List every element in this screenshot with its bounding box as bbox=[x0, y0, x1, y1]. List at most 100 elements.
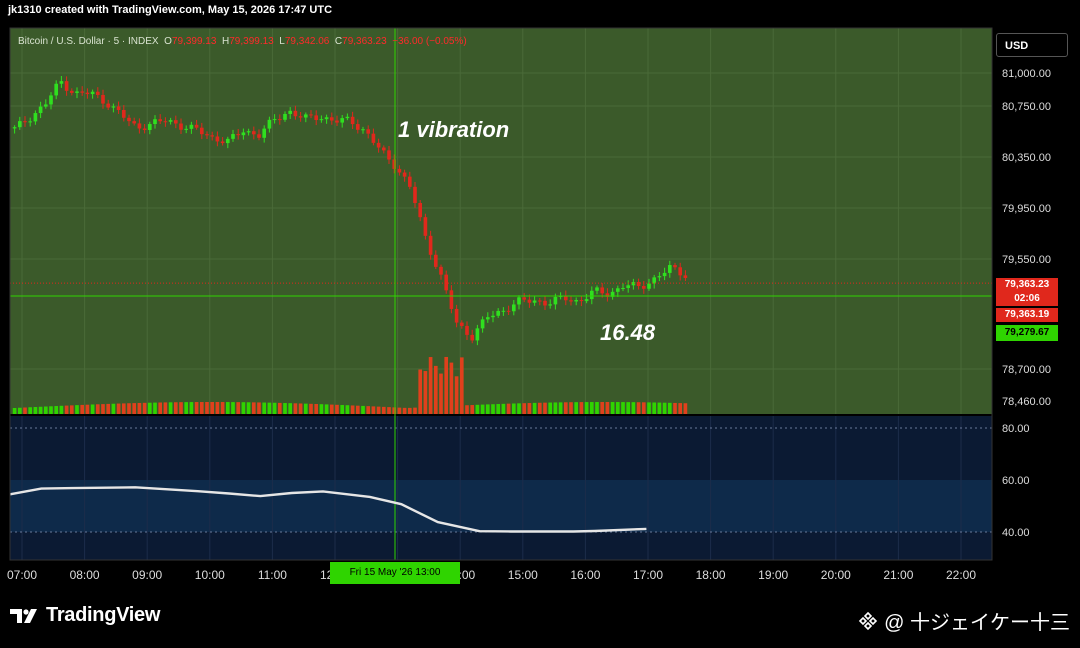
volume-bar bbox=[558, 402, 563, 414]
volume-bar bbox=[90, 404, 95, 414]
legend-change: −36.00 (−0.05%) bbox=[392, 36, 467, 47]
candle-body bbox=[132, 121, 137, 124]
volume-bar bbox=[569, 402, 573, 414]
candle-body bbox=[262, 128, 267, 138]
volume-bar bbox=[407, 407, 412, 414]
volume-bar bbox=[491, 404, 495, 414]
time-tick-label: 20:00 bbox=[821, 568, 851, 582]
volume-bar bbox=[355, 405, 360, 414]
candle-body bbox=[23, 121, 27, 123]
volume-bar bbox=[553, 402, 558, 414]
volume-bar bbox=[610, 402, 615, 414]
candle-body bbox=[33, 113, 38, 122]
candle-body bbox=[537, 300, 542, 302]
volume-bar bbox=[85, 404, 90, 414]
candle-body bbox=[17, 121, 22, 128]
candle-body bbox=[153, 119, 157, 125]
volume-bar bbox=[319, 404, 324, 414]
volume-bar bbox=[428, 357, 433, 414]
candle-body bbox=[459, 322, 464, 326]
tradingview-logo-icon bbox=[10, 608, 37, 623]
volume-bar bbox=[241, 402, 246, 414]
time-tick-label: 09:00 bbox=[132, 568, 162, 582]
candle-body bbox=[64, 81, 69, 91]
candle-body bbox=[298, 116, 303, 118]
chart-canvas[interactable]: 81,000.00 80,750.00 80,350.00 79,950.00 79,5… bbox=[0, 0, 1080, 648]
volume-bar bbox=[501, 403, 506, 414]
candle-body bbox=[428, 235, 433, 255]
time-tick-label: 08:00 bbox=[70, 568, 100, 582]
candle-body bbox=[147, 124, 152, 131]
candle-body bbox=[220, 141, 225, 144]
volume-bar bbox=[402, 407, 407, 414]
annotation-value: 16.48 bbox=[600, 320, 656, 345]
volume-bar bbox=[470, 405, 475, 414]
time-tick-label: 19:00 bbox=[758, 568, 788, 582]
candle-body bbox=[137, 123, 142, 129]
volume-bar bbox=[95, 404, 100, 414]
brand-name: TradingView bbox=[46, 604, 161, 626]
volume-bar bbox=[101, 404, 105, 414]
watermark-handle: @ 十ジェイケー十三 bbox=[884, 612, 1070, 634]
volume-bar bbox=[543, 402, 547, 414]
currency-button[interactable]: USD bbox=[996, 33, 1068, 57]
volume-bar bbox=[673, 402, 677, 414]
price-tick-label: 79,950.00 bbox=[1002, 203, 1051, 215]
volume-bar bbox=[64, 405, 69, 414]
volume-bar bbox=[210, 402, 215, 414]
volume-bar bbox=[480, 404, 485, 414]
candle-body bbox=[173, 120, 178, 124]
volume-bar bbox=[309, 403, 313, 414]
volume-bar bbox=[189, 402, 194, 414]
volume-bar bbox=[127, 403, 131, 414]
volume-bar bbox=[381, 406, 386, 414]
volume-bar bbox=[517, 403, 521, 414]
candle-body bbox=[532, 300, 537, 303]
candle-body bbox=[127, 117, 131, 122]
volume-bar bbox=[506, 403, 511, 414]
candle-body bbox=[168, 120, 173, 122]
candle-body bbox=[413, 186, 417, 203]
volume-bar bbox=[418, 369, 423, 414]
bid-price-badge: 79,363.19 bbox=[996, 308, 1058, 322]
candle-body bbox=[641, 286, 646, 289]
volume-bar bbox=[324, 404, 329, 414]
volume-bar bbox=[111, 403, 116, 414]
candle-body bbox=[371, 133, 376, 143]
candle-body bbox=[199, 127, 204, 135]
candle-body bbox=[407, 176, 412, 187]
candle-body bbox=[215, 136, 220, 142]
volume-bar bbox=[121, 403, 126, 414]
volume-bar bbox=[537, 402, 542, 414]
indicator-tick-label: 80.00 bbox=[1002, 423, 1030, 435]
volume-bar bbox=[33, 407, 38, 414]
candle-body bbox=[387, 150, 391, 160]
candle-body bbox=[615, 288, 620, 292]
volume-bar bbox=[626, 402, 631, 414]
candle-body bbox=[38, 106, 43, 114]
symbol-name: Bitcoin / U.S. Dollar · 5 · INDEX bbox=[18, 36, 159, 47]
candle-body bbox=[95, 91, 100, 95]
candle-body bbox=[345, 116, 350, 119]
volume-bar bbox=[350, 405, 355, 414]
candle-body bbox=[179, 123, 183, 130]
volume-bar bbox=[589, 402, 594, 414]
volume-bar bbox=[548, 402, 553, 414]
candle-body bbox=[335, 120, 339, 123]
candle-body bbox=[423, 217, 428, 236]
candle-body bbox=[355, 124, 360, 130]
candle-body bbox=[231, 134, 235, 139]
volume-bar bbox=[28, 407, 33, 414]
volume-bar bbox=[579, 402, 584, 414]
volume-bar bbox=[194, 402, 199, 414]
legend-open-value: 79,399.13 bbox=[171, 36, 217, 47]
time-tick-label: 22:00 bbox=[946, 568, 976, 582]
candle-body bbox=[28, 121, 33, 123]
candle-body bbox=[251, 131, 256, 135]
candle-body bbox=[241, 132, 246, 136]
volume-bar bbox=[522, 403, 527, 414]
volume-bar bbox=[262, 402, 267, 414]
tradingview-brand[interactable]: TradingView bbox=[10, 604, 160, 627]
volume-bar bbox=[423, 371, 428, 414]
candle-body bbox=[210, 135, 215, 137]
